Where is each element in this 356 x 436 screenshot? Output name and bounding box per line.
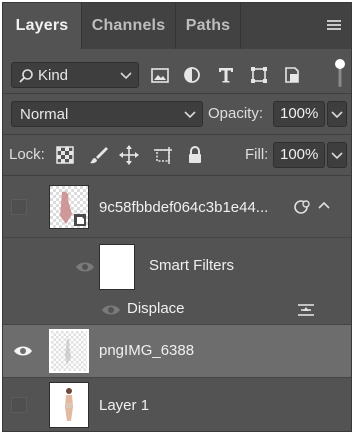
type-filter-icon[interactable]: [215, 64, 237, 86]
chevron-down-icon: [120, 72, 132, 80]
layer-row-selected[interactable]: pngIMG_6388: [3, 325, 351, 377]
layers-list: 9c58fbbdef064c3b1e44... Smart Filters Di…: [3, 179, 351, 431]
divider: [3, 175, 351, 176]
layer-name[interactable]: Layer 1: [99, 397, 149, 414]
layer-row-smart-object[interactable]: 9c58fbbdef064c3b1e44...: [3, 179, 351, 237]
layer-row-layer-1[interactable]: Layer 1: [3, 378, 351, 431]
tab-separator: [240, 3, 241, 49]
layers-panel: Layers Channels Paths Kind Normal Opacit…: [2, 2, 352, 432]
checkerboard-figure-thumbnail-icon: [50, 186, 88, 228]
lock-all-padlock-icon[interactable]: [185, 145, 205, 165]
panel-menu-icon[interactable]: [327, 20, 341, 30]
tab-layers[interactable]: Layers: [3, 3, 81, 49]
layer-thumbnail: [49, 329, 89, 373]
visibility-toggle-empty[interactable]: [11, 199, 27, 215]
lock-image-pixels-brush-icon[interactable]: [89, 145, 109, 165]
filter-name[interactable]: Displace: [127, 300, 185, 317]
smart-object-filter-icon[interactable]: [281, 64, 303, 86]
fill-label: Fill:: [245, 146, 269, 163]
eye-icon[interactable]: [101, 304, 121, 316]
lock-artboard-icon[interactable]: [153, 145, 173, 165]
divider: [3, 93, 351, 94]
chevron-down-icon: [184, 111, 196, 119]
chevron-down-icon: [331, 111, 343, 119]
blending-options-icon[interactable]: [297, 303, 315, 317]
figure-thumbnail-icon: [50, 383, 88, 427]
filter-mask-thumbnail[interactable]: [99, 244, 135, 290]
lock-position-move-icon[interactable]: [119, 145, 139, 165]
blend-mode-select[interactable]: Normal: [11, 101, 203, 127]
opacity-dropdown-button[interactable]: [327, 101, 347, 127]
layer-thumbnail: [49, 382, 89, 428]
eye-icon[interactable]: [13, 345, 33, 357]
fill-dropdown-button[interactable]: [327, 142, 347, 168]
visibility-toggle-empty[interactable]: [11, 397, 27, 413]
lock-transparent-pixels-icon[interactable]: [55, 145, 75, 165]
lock-label: Lock:: [9, 146, 45, 163]
layer-thumbnail: [49, 185, 89, 229]
panel-tab-bar: Layers Channels Paths: [3, 3, 351, 49]
filter-toggle-icon[interactable]: [335, 57, 345, 87]
layer-row-displace-filter[interactable]: Displace: [3, 296, 351, 324]
search-icon: [19, 69, 33, 83]
chevron-down-icon: [331, 152, 343, 160]
adjustment-filter-icon[interactable]: [181, 64, 203, 86]
opacity-label: Opacity:: [208, 105, 264, 122]
tab-paths[interactable]: Paths: [176, 3, 240, 49]
layer-row-smart-filters[interactable]: Smart Filters: [3, 238, 351, 296]
smart-filter-effects-icon[interactable]: [292, 199, 310, 215]
layer-name[interactable]: pngIMG_6388: [99, 342, 194, 359]
chevron-up-icon[interactable]: [318, 201, 330, 209]
divider: [3, 134, 351, 135]
opacity-input[interactable]: 100%: [273, 101, 325, 127]
fill-input[interactable]: 100%: [273, 142, 325, 168]
blend-mode-label: Normal: [20, 106, 69, 123]
tab-channels[interactable]: Channels: [82, 3, 175, 49]
shape-filter-icon[interactable]: [248, 64, 270, 86]
image-filter-icon[interactable]: [149, 64, 171, 86]
smart-filters-label[interactable]: Smart Filters: [149, 257, 234, 274]
transparent-layer-thumbnail-icon: [51, 331, 87, 371]
eye-icon[interactable]: [75, 261, 95, 273]
filter-kind-label: Kind: [38, 67, 69, 84]
filter-kind-select[interactable]: Kind: [11, 62, 139, 88]
layer-name[interactable]: 9c58fbbdef064c3b1e44...: [99, 199, 268, 216]
